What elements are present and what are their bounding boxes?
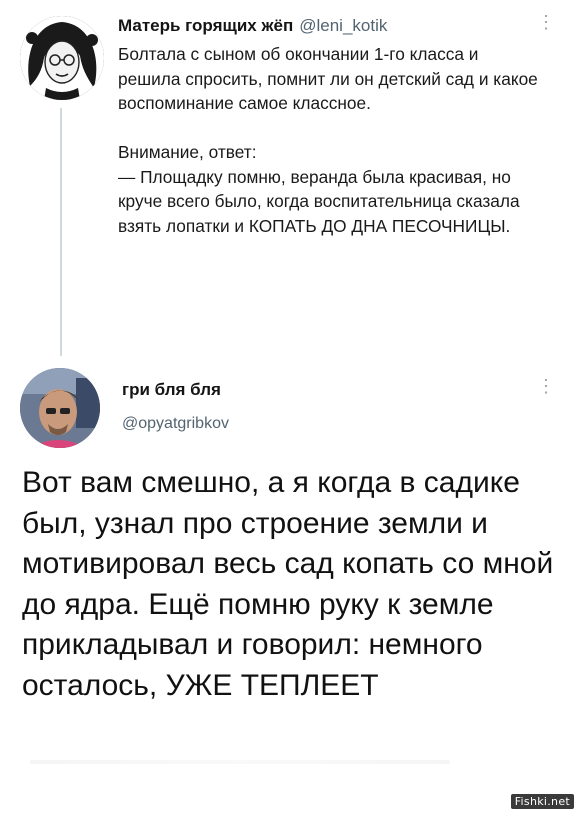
avatar-portrait-illustration: [20, 16, 104, 100]
tweet2-text: Вот вам смешно, а я когда в садике был, …: [22, 466, 554, 702]
faded-divider: [30, 760, 450, 764]
thread-connector-line: [60, 108, 62, 356]
tweet1-header: Матерь горящих жёп @leni_kotik: [118, 16, 387, 36]
tweet1-text: Болтала с сыном об окончании 1-го класса…: [118, 44, 538, 236]
avatar-tweet1[interactable]: [20, 16, 104, 100]
display-name[interactable]: Матерь горящих жёп: [118, 16, 293, 35]
display-name[interactable]: гри бля бля: [122, 380, 221, 400]
avatar-photo-illustration: [20, 368, 100, 448]
username-handle[interactable]: @opyatgribkov: [122, 415, 229, 433]
more-options-icon[interactable]: ⋮: [536, 13, 556, 31]
username-handle[interactable]: @leni_kotik: [299, 16, 387, 35]
watermark-label: Fishki.net: [510, 794, 574, 809]
avatar-tweet2[interactable]: [20, 368, 100, 448]
more-options-icon[interactable]: ⋮: [536, 377, 556, 395]
